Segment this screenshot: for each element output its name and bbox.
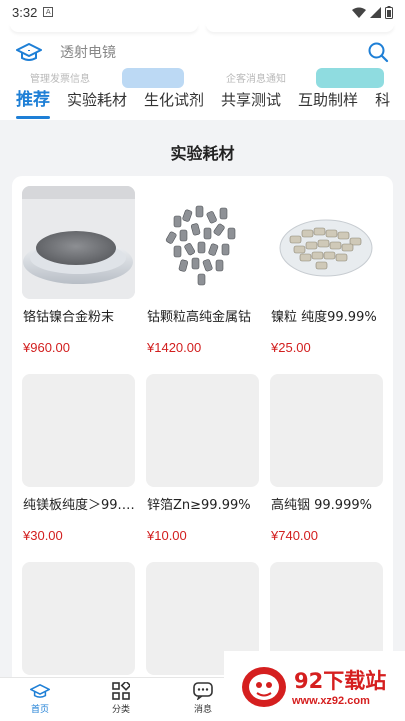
section-title: 实验耗材 — [170, 144, 235, 163]
status-icons — [352, 5, 393, 19]
home-cap-icon — [30, 684, 50, 698]
product-card[interactable]: 铬钴镍合金粉末 ¥960.00 — [22, 186, 135, 355]
product-card[interactable]: 纯镁板纯度＞99.9% ¥30.00 — [22, 374, 135, 543]
product-name[interactable]: 锌箔Zn≥99.99% — [147, 494, 259, 513]
tab-biochemical-reagents[interactable]: 生化试剂 — [144, 85, 204, 115]
product-image-placeholder[interactable] — [22, 374, 135, 487]
product-price: ¥25.00 — [271, 340, 311, 355]
tab-shared-testing[interactable]: 共享测试 — [221, 85, 281, 115]
notification-a-icon: A — [43, 7, 54, 17]
watermark-url: www.xz92.com — [292, 695, 370, 707]
product-name[interactable]: 高纯铟 99.999% — [271, 494, 383, 513]
nav-category[interactable]: 分类 — [101, 682, 141, 715]
category-grid-icon — [112, 682, 130, 700]
watermark-title: 92下载站 — [294, 669, 387, 693]
product-card[interactable]: 高纯铟 99.999% ¥740.00 — [270, 374, 383, 543]
wifi-icon — [352, 7, 366, 18]
product-image-placeholder[interactable] — [22, 562, 135, 675]
tab-sample-prep[interactable]: 互助制样 — [298, 85, 358, 115]
message-bubble-icon — [193, 682, 213, 700]
nav-messages-label: 消息 — [193, 705, 212, 715]
watermark-logo-icon — [242, 667, 286, 707]
nav-home-label: 首页 — [30, 705, 49, 715]
product-name[interactable]: 镍粒 纯度99.99% — [271, 306, 383, 325]
card-peek-right — [206, 24, 394, 32]
product-card[interactable]: 镍粒 纯度99.99% ¥25.00 — [270, 186, 383, 355]
battery-icon — [385, 5, 393, 19]
watermark: 92下载站 www.xz92.com — [224, 651, 405, 721]
product-name[interactable]: 纯镁板纯度＞99.9% — [23, 494, 135, 513]
product-price: ¥960.00 — [23, 340, 70, 355]
product-price: ¥10.00 — [147, 528, 187, 543]
status-bar: 3:32 A — [0, 0, 405, 24]
product-name[interactable]: 钴颗粒高纯金属钴 — [147, 306, 259, 325]
product-name[interactable]: 铬钴镍合金粉末 — [23, 306, 135, 325]
status-time: 3:32 — [12, 4, 38, 20]
search-bar[interactable]: 透射电镜 — [0, 36, 405, 68]
category-tabs: 推荐 实验耗材 生化试剂 共享测试 互助制样 科 — [0, 82, 405, 119]
tab-more[interactable]: 科 — [375, 85, 390, 115]
product-image-metal-powder[interactable] — [22, 186, 135, 299]
tab-recommend[interactable]: 推荐 — [16, 85, 50, 119]
nav-messages[interactable]: 消息 — [183, 682, 223, 715]
nav-home[interactable]: 首页 — [20, 682, 60, 715]
graduation-cap-icon — [16, 43, 42, 61]
card-peek-left — [10, 24, 198, 32]
product-card[interactable]: 锌箔Zn≥99.99% ¥10.00 — [146, 374, 259, 543]
product-price: ¥30.00 — [23, 528, 63, 543]
header: 透射电镜 管理发票信息 企客消息通知 推荐 实验耗材 生化试剂 共享测试 互助制… — [0, 24, 405, 120]
product-price: ¥740.00 — [271, 528, 318, 543]
product-grid: 铬钴镍合金粉末 ¥960.00 钴颗粒高纯金属钴 ¥1420.00 镍粒 纯度9… — [22, 186, 383, 721]
product-price: ¥1420.00 — [147, 340, 202, 355]
product-image-metal-granules[interactable] — [146, 186, 259, 299]
tab-lab-consumables[interactable]: 实验耗材 — [67, 85, 127, 115]
signal-icon — [370, 6, 381, 18]
search-icon[interactable] — [367, 41, 389, 63]
search-input[interactable]: 透射电镜 — [60, 42, 116, 62]
product-card[interactable]: 钴颗粒高纯金属钴 ¥1420.00 — [146, 186, 259, 355]
product-image-nickel-pellets[interactable] — [270, 186, 383, 299]
nav-category-label: 分类 — [111, 705, 130, 715]
product-image-placeholder[interactable] — [270, 374, 383, 487]
product-panel: 铬钴镍合金粉末 ¥960.00 钴颗粒高纯金属钴 ¥1420.00 镍粒 纯度9… — [12, 176, 393, 696]
product-image-placeholder[interactable] — [146, 374, 259, 487]
